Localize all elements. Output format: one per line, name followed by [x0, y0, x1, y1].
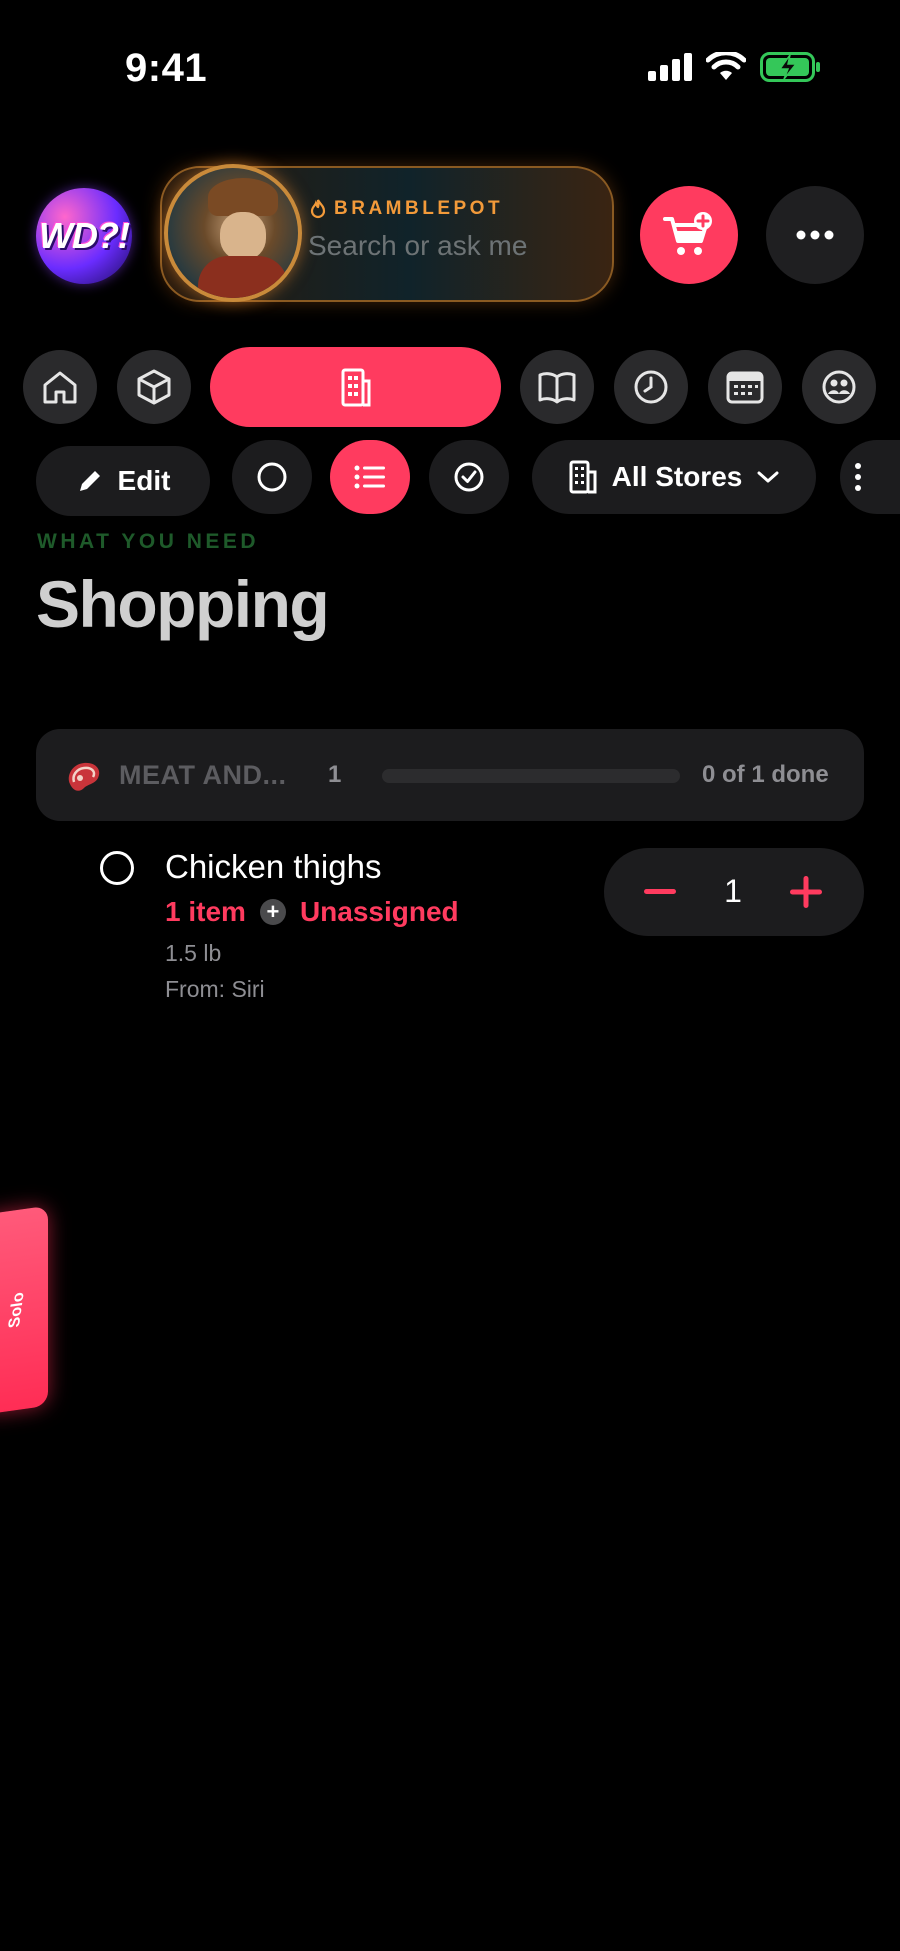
family-icon [822, 370, 856, 404]
assistant-avatar[interactable] [164, 164, 302, 302]
nav-package-button[interactable] [117, 350, 191, 424]
item-assignee[interactable]: Unassigned [300, 896, 459, 928]
edit-label: Edit [117, 465, 171, 496]
item-title[interactable]: Chicken thighs [165, 848, 381, 886]
assign-plus-icon[interactable]: + [259, 899, 286, 925]
item-weight: 1.5 lb [165, 940, 222, 966]
filter-list-button[interactable] [330, 440, 410, 514]
page-title: Shopping [36, 567, 330, 641]
home-icon [43, 371, 77, 404]
battery-charging-icon [760, 52, 820, 82]
flame-icon [310, 199, 326, 219]
category-name: MEAT AND... [119, 760, 287, 790]
category-done-label: 0 of 1 done [702, 761, 829, 788]
add-to-cart-button[interactable] [640, 186, 738, 284]
status-time: 9:41 [125, 46, 208, 90]
assistant-name-row: BRAMBLEPOT [310, 198, 503, 220]
item-meta: 1 item + Unassigned [165, 896, 459, 928]
cart-plus-icon [663, 212, 712, 255]
toolbar-overflow-button[interactable] [840, 440, 900, 514]
assistant-name: BRAMBLEPOT [334, 198, 504, 219]
nav-family-button[interactable] [802, 350, 876, 424]
quantity-increment-button[interactable] [786, 872, 826, 912]
nav-recipes-button[interactable] [520, 350, 594, 424]
check-circle-icon [454, 462, 484, 492]
side-tab-label: Solo [5, 1291, 28, 1329]
pencil-icon [79, 471, 100, 491]
cellular-signal-icon [648, 53, 692, 81]
minus-icon [644, 889, 676, 894]
item-source: From: Siri [165, 976, 265, 1002]
circle-icon [257, 462, 287, 492]
filter-completed-button[interactable] [429, 440, 509, 514]
status-icons [648, 52, 822, 82]
app-logo[interactable]: WD?! [36, 188, 132, 284]
item-count-label[interactable]: 1 item [165, 896, 246, 928]
wifi-icon [706, 52, 746, 80]
chevron-down-icon [757, 471, 779, 483]
vertical-ellipsis-icon [855, 463, 861, 491]
app-logo-text: WD?! [39, 215, 130, 256]
store-filter-label: All Stores [611, 461, 743, 492]
quantity-value: 1 [724, 873, 742, 909]
search-input[interactable]: Search or ask me [308, 230, 527, 262]
item-checkbox[interactable] [100, 851, 134, 885]
calendar-icon [726, 371, 764, 404]
steak-icon [68, 762, 100, 791]
nav-stores-button[interactable] [210, 347, 501, 427]
more-options-button[interactable] [766, 186, 864, 284]
nav-calendar-button[interactable] [708, 350, 782, 424]
solo-side-tab[interactable]: Solo [0, 1205, 48, 1415]
status-bar: 9:41 [0, 0, 900, 140]
building-icon [341, 368, 370, 407]
page-eyebrow: WHAT YOU NEED [37, 530, 260, 553]
list-icon [354, 465, 385, 489]
filter-unchecked-button[interactable] [232, 440, 312, 514]
nav-history-button[interactable] [614, 350, 688, 424]
clock-icon [634, 370, 668, 404]
store-filter-dropdown[interactable]: All Stores [532, 440, 816, 514]
category-count: 1 [328, 761, 342, 788]
plus-icon [790, 876, 822, 908]
nav-home-button[interactable] [23, 350, 97, 424]
category-progress-bar [382, 769, 680, 783]
quantity-decrement-button[interactable] [640, 872, 680, 912]
book-icon [538, 372, 576, 404]
package-icon [137, 369, 171, 405]
building-icon [569, 460, 597, 494]
edit-button[interactable]: Edit [36, 446, 210, 516]
ellipsis-icon [796, 230, 834, 240]
